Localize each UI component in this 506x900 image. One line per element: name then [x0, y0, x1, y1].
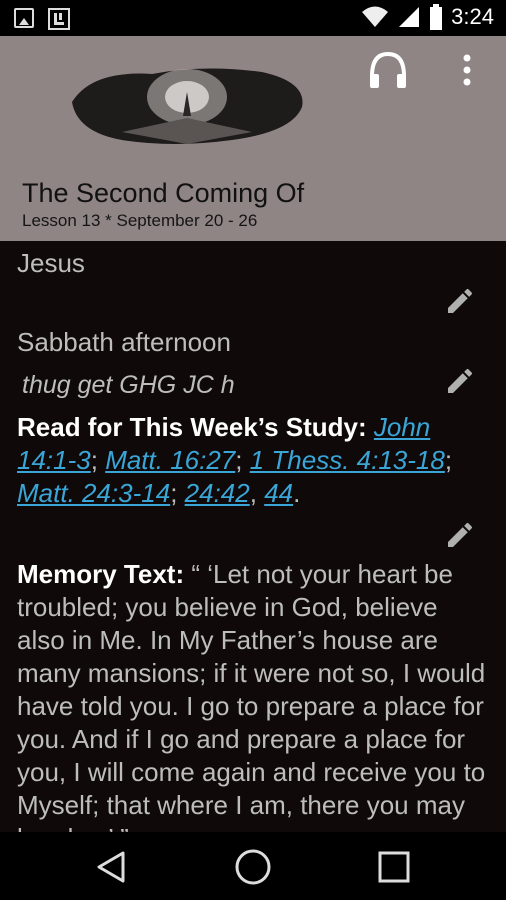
lesson-subtitle: Lesson 13 * September 20 - 26: [22, 211, 258, 230]
more-options-icon[interactable]: [455, 52, 479, 88]
title-continuation: Jesus: [17, 248, 85, 278]
scripture-link[interactable]: 24:42: [185, 478, 250, 508]
lesson-title: The Second Coming Of: [22, 178, 305, 208]
navigation-bar: [0, 832, 506, 900]
scripture-link[interactable]: 44: [264, 478, 293, 508]
headphones-icon[interactable]: [366, 48, 410, 92]
section-heading: Sabbath afternoon: [17, 327, 231, 357]
lesson-content: Jesus Sabbath afternoon thug get GHG JC …: [0, 241, 506, 832]
memory-label: Memory Text:: [17, 559, 185, 589]
scripture-link[interactable]: 1 Thess. 4:13-18: [250, 445, 445, 475]
home-icon[interactable]: [234, 848, 272, 886]
clock: 3:24: [451, 4, 494, 29]
wifi-icon: [362, 6, 389, 27]
recents-icon[interactable]: [377, 850, 411, 884]
image-notification-icon: [14, 8, 34, 28]
scripture-link[interactable]: Matt. 16:27: [105, 445, 235, 475]
app-notification-icon: [48, 8, 70, 35]
scripture-link[interactable]: Matt. 24:3-14: [17, 478, 170, 508]
edit-icon[interactable]: [444, 519, 476, 551]
signal-icon: [399, 7, 420, 27]
user-note: thug get GHG JC h: [22, 371, 235, 399]
read-paragraph: Read for This Week’s Study: John 14:1-3;…: [17, 412, 453, 508]
memory-text: “ ‘Let not your heart be troubled; you b…: [17, 559, 486, 832]
read-label: Read for This Week’s Study:: [17, 412, 367, 442]
lesson-hero-image: [72, 68, 303, 144]
back-icon[interactable]: [95, 850, 127, 884]
edit-icon[interactable]: [444, 365, 476, 397]
memory-paragraph: Memory Text: “ ‘Let not your heart be tr…: [17, 558, 489, 832]
status-bar: 3:24: [0, 0, 506, 36]
battery-icon: [430, 4, 443, 30]
edit-icon[interactable]: [444, 285, 476, 317]
